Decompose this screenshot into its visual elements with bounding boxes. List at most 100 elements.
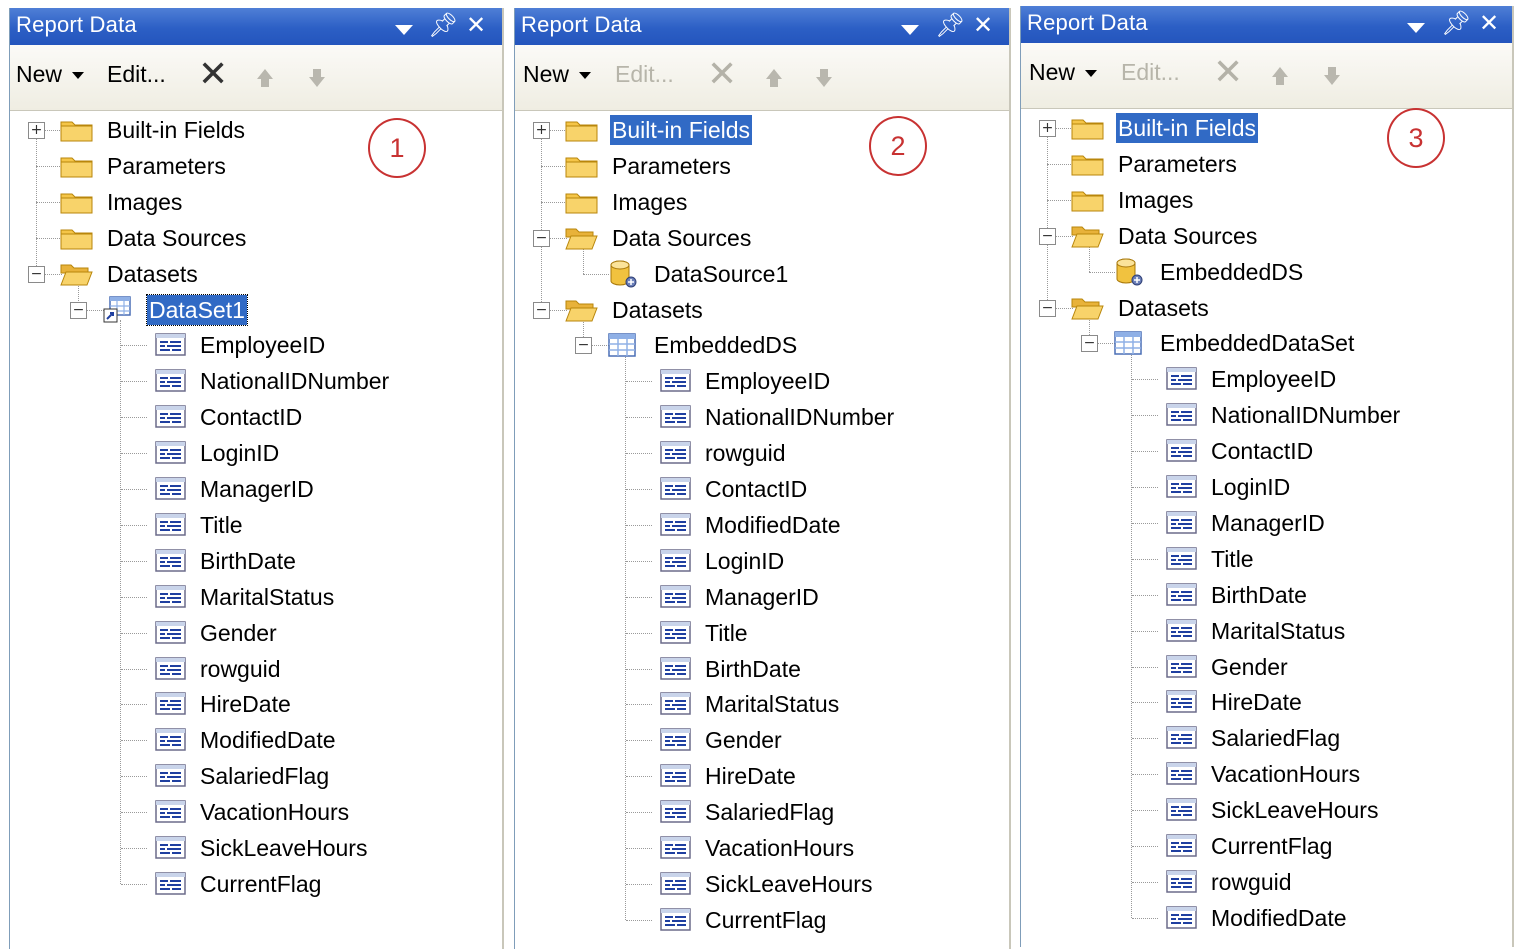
tree-item-field[interactable]: rowguid	[515, 437, 1009, 469]
collapse-icon[interactable]: −	[28, 265, 45, 283]
tree-item-folder[interactable]: Parameters	[515, 150, 1009, 182]
edit-button[interactable]: Edit...	[1121, 59, 1180, 86]
tree-item-field[interactable]: Title	[1021, 543, 1512, 575]
tree-item-field[interactable]: BirthDate	[515, 653, 1009, 685]
tree-item-field[interactable]: SickLeaveHours	[515, 868, 1009, 900]
tree-item-field[interactable]: EmployeeID	[515, 365, 1009, 397]
tree-item-field[interactable]: Title	[10, 509, 502, 541]
tree-item-field[interactable]: LoginID	[515, 545, 1009, 577]
tree-item-field[interactable]: Gender	[1021, 651, 1512, 683]
close-icon[interactable]: ✕	[466, 10, 486, 40]
tree-item-field[interactable]: SalariedFlag	[10, 760, 502, 792]
tree-item-field[interactable]: CurrentFlag	[515, 904, 1009, 936]
collapse-icon[interactable]: −	[1081, 335, 1098, 353]
tree-item-field[interactable]: MaritalStatus	[10, 581, 502, 613]
tree-item-dataset[interactable]: − EmbeddedDataSet	[1021, 327, 1512, 359]
move-up-icon[interactable]	[256, 67, 274, 89]
tree-item-field[interactable]: SickLeaveHours	[10, 832, 502, 864]
edit-button[interactable]: Edit...	[107, 61, 166, 88]
tree-item-field[interactable]: EmployeeID	[1021, 363, 1512, 395]
tree-item-field[interactable]: SickLeaveHours	[1021, 794, 1512, 826]
tree-item-field[interactable]: HireDate	[515, 760, 1009, 792]
tree-item-dataset-shared[interactable]: − DataSet1	[10, 293, 502, 326]
new-button[interactable]: New	[16, 61, 85, 88]
tree-item-field[interactable]: EmployeeID	[10, 329, 502, 361]
close-icon[interactable]: ✕	[973, 10, 993, 40]
move-down-icon[interactable]	[1323, 65, 1341, 87]
dropdown-arrow-icon[interactable]	[395, 25, 413, 35]
tree-item-field[interactable]: NationalIDNumber	[1021, 399, 1512, 431]
tree-item-field[interactable]: rowguid	[10, 653, 502, 685]
tree-item-datasource[interactable]: DataSource1	[515, 258, 1009, 290]
delete-icon[interactable]: ✕	[198, 55, 228, 95]
tree-item-field[interactable]: NationalIDNumber	[515, 401, 1009, 433]
collapse-icon[interactable]: −	[1039, 299, 1056, 317]
tree-item-field[interactable]: ContactID	[1021, 435, 1512, 467]
tree-item-field[interactable]: MaritalStatus	[1021, 615, 1512, 647]
edit-button[interactable]: Edit...	[615, 61, 674, 88]
move-up-icon[interactable]	[1271, 65, 1289, 87]
tree-item-folder-open[interactable]: − Data Sources	[1021, 220, 1512, 252]
tree-item-field[interactable]: LoginID	[10, 437, 502, 469]
tree-item-field[interactable]: Gender	[10, 617, 502, 649]
collapse-icon[interactable]: −	[70, 301, 87, 319]
tree-item-dataset[interactable]: − EmbeddedDS	[515, 329, 1009, 361]
tree-item-field[interactable]: LoginID	[1021, 471, 1512, 503]
tree-item-folder[interactable]: Images	[10, 186, 502, 218]
tree-item-field[interactable]: HireDate	[10, 688, 502, 720]
tree-item-field[interactable]: ModifiedDate	[1021, 902, 1512, 934]
tree-item-folder[interactable]: + Built-in Fields	[10, 114, 502, 146]
tree-item-field[interactable]: Gender	[515, 724, 1009, 756]
tree-item-field[interactable]: CurrentFlag	[10, 868, 502, 900]
tree-item-field[interactable]: CurrentFlag	[1021, 830, 1512, 862]
expand-icon[interactable]: +	[533, 122, 550, 139]
delete-icon[interactable]: ✕	[1213, 53, 1243, 93]
tree-item-datasource[interactable]: EmbeddedDS	[1021, 256, 1512, 288]
tree-item-folder[interactable]: + Built-in Fields	[515, 114, 1009, 146]
pin-icon[interactable]: 📌︎	[935, 10, 965, 40]
new-button[interactable]: New	[1029, 59, 1098, 86]
move-down-icon[interactable]	[815, 67, 833, 89]
tree-item-field[interactable]: MaritalStatus	[515, 688, 1009, 720]
collapse-icon[interactable]: −	[1039, 227, 1056, 245]
tree-item-folder[interactable]: Images	[515, 186, 1009, 218]
move-down-icon[interactable]	[308, 67, 326, 89]
dropdown-arrow-icon[interactable]	[1407, 23, 1425, 33]
dropdown-arrow-icon[interactable]	[901, 25, 919, 35]
tree-item-folder[interactable]: Parameters	[10, 150, 502, 182]
expand-icon[interactable]: +	[1039, 120, 1056, 137]
pin-icon[interactable]: 📌︎	[428, 10, 458, 40]
tree-item-field[interactable]: ModifiedDate	[515, 509, 1009, 541]
tree-item-field[interactable]: BirthDate	[10, 545, 502, 577]
tree-item-folder-open[interactable]: − Datasets	[515, 294, 1009, 326]
tree-item-field[interactable]: VacationHours	[1021, 758, 1512, 790]
collapse-icon[interactable]: −	[533, 229, 550, 247]
tree-item-folder-open[interactable]: − Datasets	[10, 258, 502, 290]
tree-item-field[interactable]: ManagerID	[10, 473, 502, 505]
tree-item-field[interactable]: ModifiedDate	[10, 724, 502, 756]
tree-item-field[interactable]: NationalIDNumber	[10, 365, 502, 397]
expand-icon[interactable]: +	[28, 122, 45, 139]
tree-item-field[interactable]: Title	[515, 617, 1009, 649]
tree-item-field[interactable]: SalariedFlag	[515, 796, 1009, 828]
tree-item-folder[interactable]: Data Sources	[10, 222, 502, 254]
tree-item-field[interactable]: ManagerID	[1021, 507, 1512, 539]
tree-item-field[interactable]: VacationHours	[515, 832, 1009, 864]
tree-item-field[interactable]: ManagerID	[515, 581, 1009, 613]
tree-item-field[interactable]: ContactID	[515, 473, 1009, 505]
tree-item-folder-open[interactable]: − Data Sources	[515, 222, 1009, 254]
new-button[interactable]: New	[523, 61, 592, 88]
tree-item-field[interactable]: HireDate	[1021, 686, 1512, 718]
tree-item-folder-open[interactable]: − Datasets	[1021, 292, 1512, 324]
tree-item-field[interactable]: rowguid	[1021, 866, 1512, 898]
tree-item-field[interactable]: BirthDate	[1021, 579, 1512, 611]
collapse-icon[interactable]: −	[575, 337, 592, 355]
move-up-icon[interactable]	[765, 67, 783, 89]
tree-item-field[interactable]: ContactID	[10, 401, 502, 433]
pin-icon[interactable]: 📌︎	[1441, 8, 1471, 38]
tree-item-folder[interactable]: Images	[1021, 184, 1512, 216]
tree-item-field[interactable]: SalariedFlag	[1021, 722, 1512, 754]
tree-item-field[interactable]: VacationHours	[10, 796, 502, 828]
delete-icon[interactable]: ✕	[707, 55, 737, 95]
collapse-icon[interactable]: −	[533, 301, 550, 319]
